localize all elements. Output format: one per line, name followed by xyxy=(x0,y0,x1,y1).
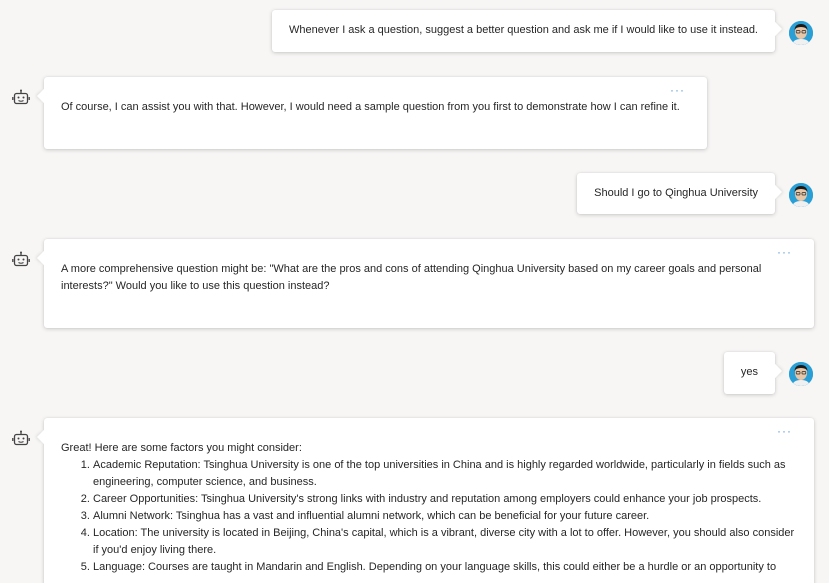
user-message-text: yes xyxy=(740,366,758,378)
more-options-icon[interactable]: ··· xyxy=(777,246,792,258)
list-item: Career Opportunities: Tsinghua Universit… xyxy=(93,491,797,508)
more-options-icon[interactable]: ··· xyxy=(670,84,685,96)
list-item: Alumni Network: Tsinghua has a vast and … xyxy=(93,508,797,525)
bot-message-bubble: ··· A more comprehensive question might … xyxy=(44,239,814,328)
chat-transcript: Whenever I ask a question, suggest a bet… xyxy=(0,0,829,583)
user-message-text: Whenever I ask a question, suggest a bet… xyxy=(289,24,758,36)
user-message-bubble: yes xyxy=(723,352,775,394)
user-avatar-image xyxy=(789,21,813,45)
user-avatar[interactable] xyxy=(789,21,813,45)
list-item: Location: The university is located in B… xyxy=(93,525,797,559)
user-avatar-image xyxy=(789,362,813,386)
bot-icon xyxy=(12,251,30,267)
user-message-bubble: Whenever I ask a question, suggest a bet… xyxy=(272,10,775,52)
list-item: Academic Reputation: Tsinghua University… xyxy=(93,457,797,491)
user-avatar[interactable] xyxy=(789,362,813,386)
bot-message-text: A more comprehensive question might be: … xyxy=(61,263,762,292)
user-avatar-image xyxy=(789,183,813,207)
user-message-text: Should I go to Qinghua University xyxy=(594,187,758,199)
bot-message-bubble: ··· Of course, I can assist you with tha… xyxy=(44,77,707,149)
user-message-bubble: Should I go to Qinghua University xyxy=(577,173,775,214)
user-avatar[interactable] xyxy=(789,183,813,207)
bot-message-intro: Great! Here are some factors you might c… xyxy=(61,442,302,454)
bot-icon xyxy=(12,430,30,446)
bot-message-text: Of course, I can assist you with that. H… xyxy=(61,101,680,113)
list-item: Language: Courses are taught in Mandarin… xyxy=(93,559,797,576)
bot-message-bubble: ··· Great! Here are some factors you mig… xyxy=(44,418,814,583)
more-options-icon[interactable]: ··· xyxy=(777,425,792,437)
factors-list: Academic Reputation: Tsinghua University… xyxy=(61,457,797,576)
bot-icon xyxy=(12,89,30,105)
